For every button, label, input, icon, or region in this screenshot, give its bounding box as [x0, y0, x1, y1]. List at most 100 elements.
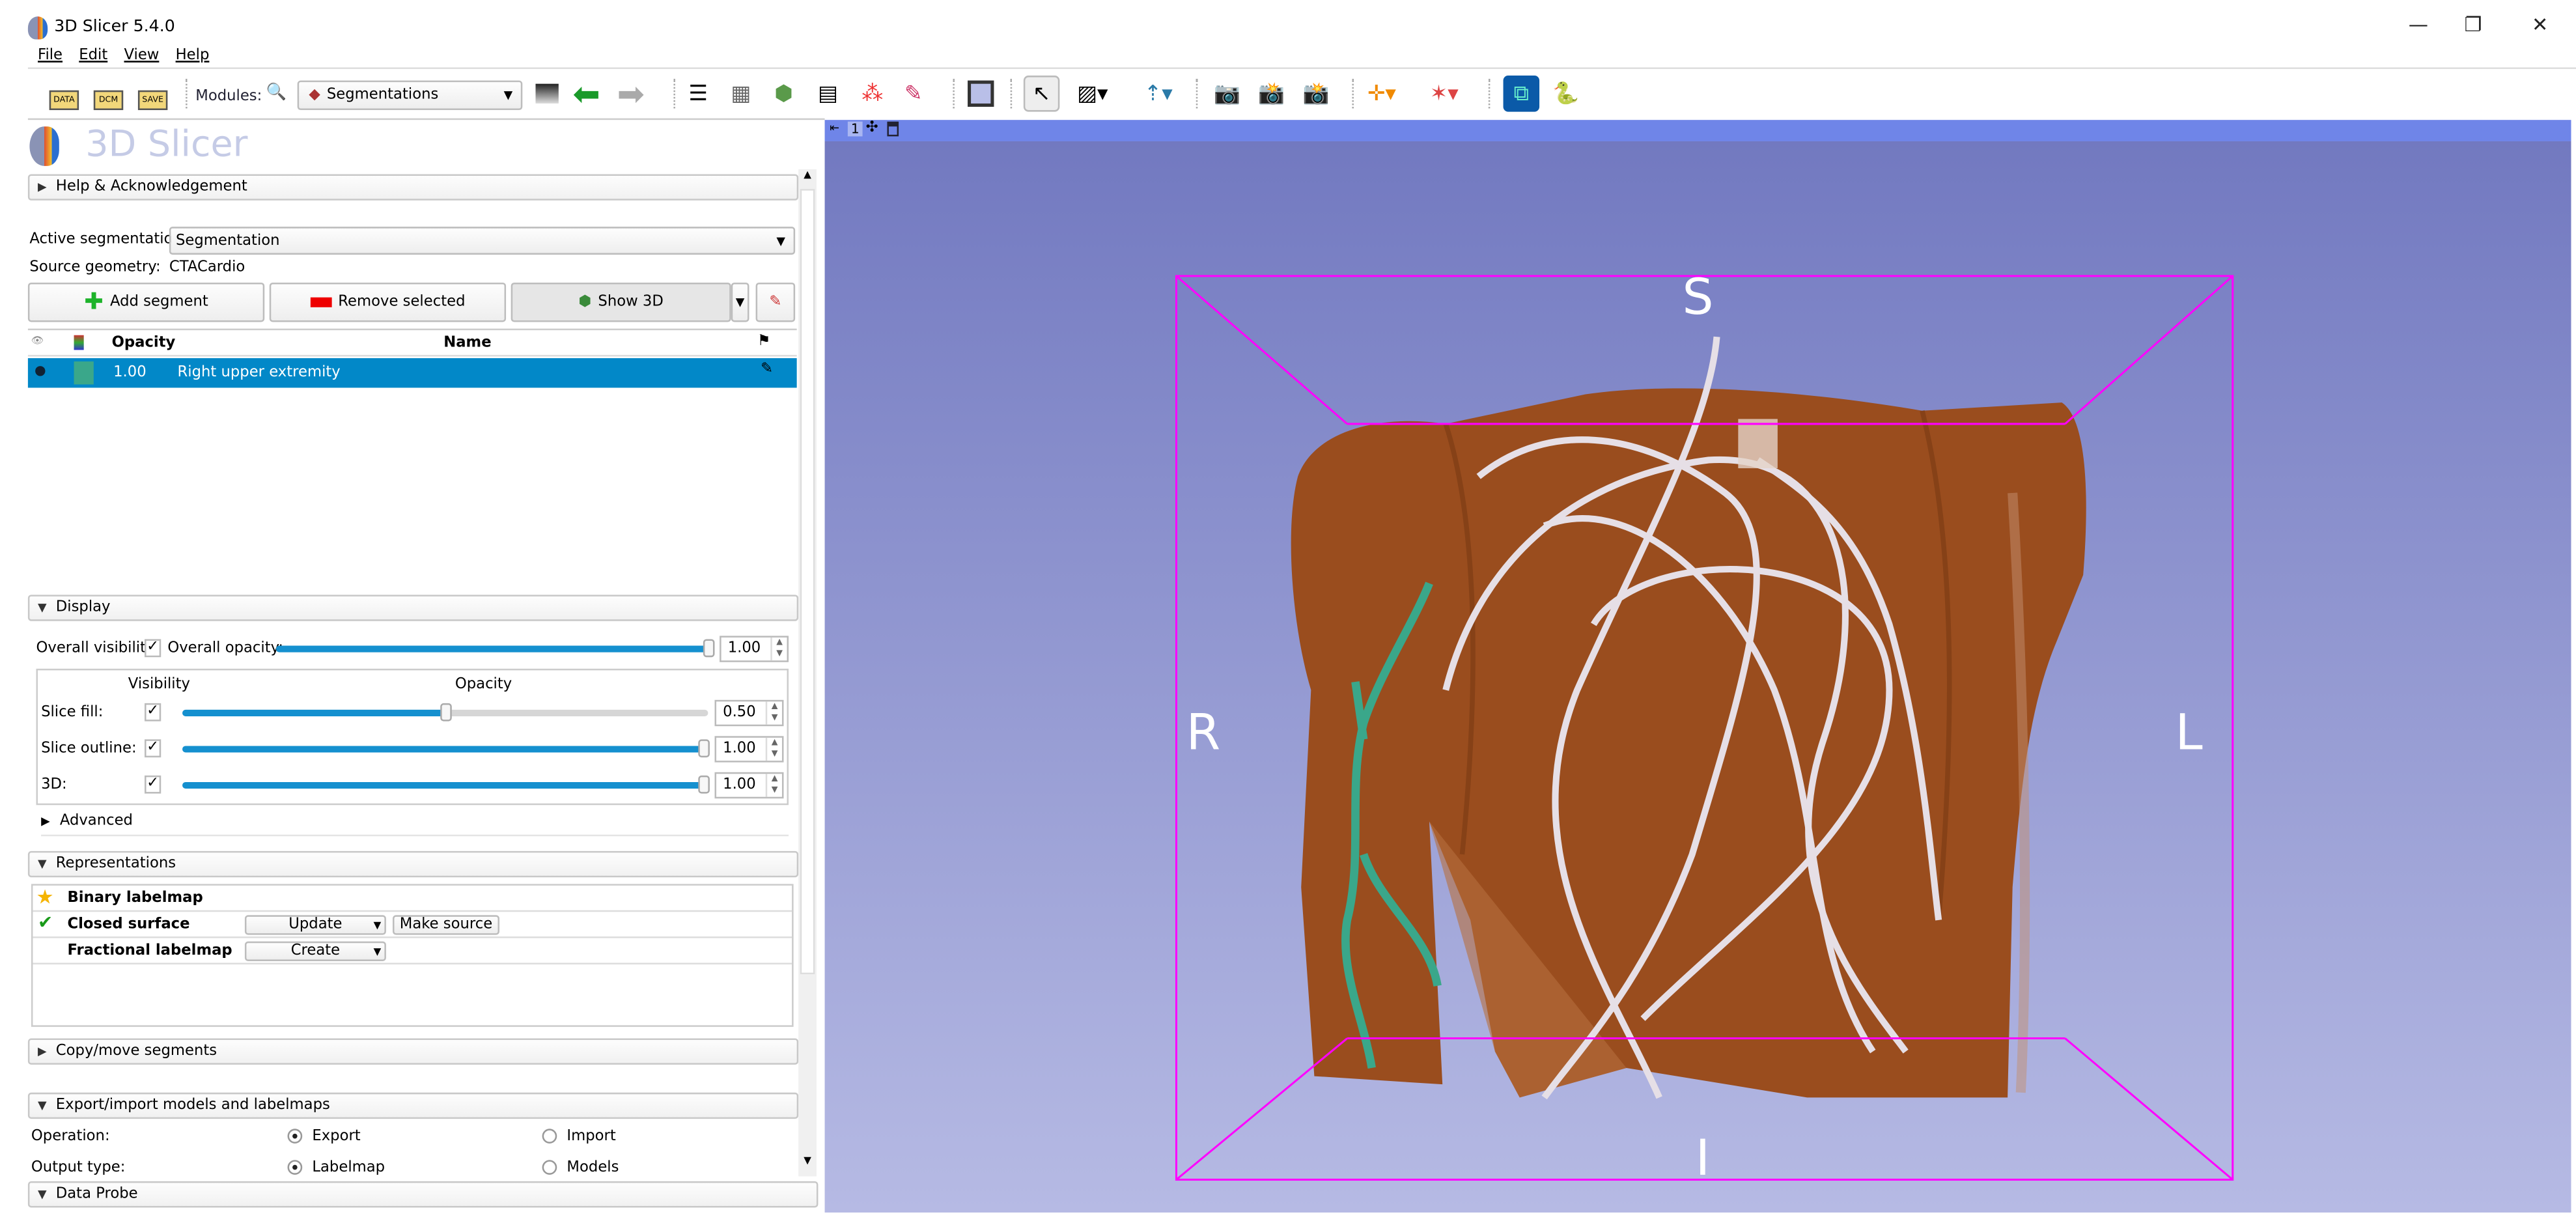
module-history-icon[interactable] — [529, 76, 565, 112]
screenshot-icon[interactable]: 📷 — [1209, 76, 1246, 112]
import-label: Import — [567, 1129, 615, 1145]
eye-icon[interactable]: ● — [35, 363, 46, 378]
overall-opacity-slider[interactable] — [276, 646, 713, 653]
extension-manager-icon[interactable]: ⧉ — [1504, 76, 1540, 112]
forward-arrow-icon[interactable]: ➡ — [613, 76, 649, 112]
orientation-label-right: R — [1186, 705, 1221, 762]
status-flag-icon[interactable]: ⚑ — [757, 333, 770, 350]
dicom-button[interactable]: DCM — [91, 76, 127, 112]
active-segmentation-selector[interactable]: Segmentation▼ — [169, 227, 795, 255]
visibility-header-icon[interactable]: 👁 — [31, 335, 44, 347]
segment-editor-icon[interactable]: ✎ — [895, 76, 932, 112]
section-display[interactable]: ▼Display — [28, 595, 798, 621]
maximize-view-icon[interactable] — [887, 122, 899, 137]
menu-view[interactable]: View — [124, 48, 159, 64]
orientation-label-left: L — [2175, 705, 2202, 762]
segment-color-swatch[interactable] — [74, 361, 94, 384]
display-row-visibility-checkbox[interactable]: ✓ — [145, 739, 161, 757]
module-search-icon[interactable]: 🔍 — [266, 84, 287, 102]
close-button[interactable]: ✕ — [2532, 13, 2548, 36]
volumes-icon[interactable]: ▦ — [723, 76, 759, 112]
panel-scrollbar[interactable]: ▲ ▼ — [798, 169, 817, 1177]
make-source-button[interactable]: Make source — [393, 915, 499, 934]
table-row[interactable]: ● 1.00 Right upper extremity ✎ — [28, 358, 797, 387]
import-radio[interactable] — [542, 1129, 557, 1144]
transforms-icon[interactable]: ▤ — [810, 76, 847, 112]
edit-pencil-icon[interactable]: ✎ — [761, 361, 773, 378]
update-button[interactable]: Update▼ — [245, 915, 386, 934]
labelmap-label: Labelmap — [312, 1160, 385, 1176]
view-controller-bar[interactable]: ⇤ 1 ✣ — [825, 120, 2571, 141]
scrollbar-thumb[interactable] — [800, 189, 815, 974]
labelmap-radio[interactable] — [288, 1160, 303, 1175]
menu-edit[interactable]: Edit — [79, 48, 107, 64]
smoothing-pencil-button[interactable]: ✎ — [756, 283, 796, 322]
section-display-title: Display — [56, 600, 111, 616]
advanced-toggle[interactable]: ▶Advanced — [41, 813, 789, 836]
3d-view[interactable]: S R L I — [825, 141, 2571, 1213]
create-button[interactable]: Create▼ — [245, 942, 386, 961]
data-icon: DATA — [49, 91, 79, 110]
remove-selected-button[interactable]: Remove selected — [270, 283, 506, 322]
segment-name[interactable]: Right upper extremity — [177, 365, 340, 381]
section-representations[interactable]: ▼Representations — [28, 851, 798, 877]
section-copy-move[interactable]: ▶Copy/move segments — [28, 1039, 798, 1065]
display-row-label: Slice outline: — [41, 741, 137, 757]
segment-opacity[interactable]: 1.00 — [113, 365, 147, 381]
display-row-visibility-checkbox[interactable]: ✓ — [145, 776, 161, 794]
menu-help[interactable]: Help — [176, 48, 210, 64]
slice-intersections-icon[interactable]: ✶▾ — [1426, 76, 1463, 112]
crosshair-icon[interactable]: ✛▾ — [1364, 76, 1400, 112]
display-row-opacity-slider[interactable] — [182, 746, 708, 752]
window-level-icon[interactable]: ▨▾ — [1074, 76, 1111, 112]
display-row-opacity-spinbox[interactable]: 1.00▲▼ — [715, 736, 784, 762]
display-row-opacity-spinbox[interactable]: 1.00▲▼ — [715, 772, 784, 798]
display-row-label: 3D: — [41, 777, 67, 793]
display-row-opacity-slider[interactable] — [182, 782, 708, 789]
star-icon: ★ — [36, 886, 54, 908]
display-row-label: Slice fill: — [41, 705, 103, 721]
overall-visibility-checkbox[interactable]: ✓ — [145, 639, 161, 657]
load-data-button[interactable]: DATA — [46, 76, 83, 112]
save-button[interactable]: SAVE — [135, 76, 171, 112]
segmentations-icon: ◆ — [309, 87, 320, 104]
display-row-opacity-slider[interactable] — [182, 710, 708, 716]
show-3d-dropdown[interactable]: ▼ — [731, 283, 749, 322]
export-radio[interactable] — [288, 1129, 303, 1144]
add-segment-label: Add segment — [110, 294, 208, 311]
scene-views-menu-icon[interactable]: 📸 — [1298, 76, 1334, 112]
layout-icon[interactable] — [962, 76, 999, 112]
minimize-button[interactable]: — — [2409, 13, 2428, 36]
overall-opacity-spinbox[interactable]: 1.00▲▼ — [720, 636, 789, 662]
pin-icon[interactable]: ⇤ — [830, 122, 839, 135]
show-3d-button[interactable]: ⬢Show 3D — [511, 283, 731, 322]
name-header[interactable]: Name — [443, 335, 491, 352]
section-export-import[interactable]: ▼Export/import models and labelmaps — [28, 1093, 798, 1119]
color-header-icon[interactable] — [74, 335, 84, 350]
section-help[interactable]: ▶Help & Acknowledgement — [28, 174, 798, 200]
orientation-label-superior: S — [1683, 270, 1714, 327]
back-arrow-icon[interactable]: ⬅ — [568, 76, 605, 112]
opacity-header[interactable]: Opacity — [112, 335, 176, 352]
source-geometry-label: Source geometry: — [29, 260, 160, 276]
remove-selected-label: Remove selected — [338, 294, 465, 311]
display-row-opacity-spinbox[interactable]: 0.50▲▼ — [715, 700, 784, 726]
markups-icon[interactable]: ⁂ — [854, 76, 891, 112]
section-help-title: Help & Acknowledgement — [56, 179, 247, 195]
section-data-probe[interactable]: ▼Data Probe — [28, 1181, 819, 1207]
show-3d-label: Show 3D — [598, 294, 663, 311]
data-module-icon[interactable]: ☰ — [680, 76, 717, 112]
python-console-icon[interactable]: 🐍 — [1548, 76, 1584, 112]
module-selector[interactable]: ◆Segmentations▼ — [298, 81, 523, 110]
models-radio[interactable] — [542, 1160, 557, 1175]
add-segment-button[interactable]: ✚Add segment — [28, 283, 264, 322]
center-view-icon[interactable]: ✣ — [866, 120, 878, 136]
models-icon[interactable]: ⬢ — [766, 76, 802, 112]
display-row-visibility-checkbox[interactable]: ✓ — [145, 703, 161, 722]
restore-button[interactable]: ❐ — [2465, 13, 2482, 36]
place-fiducial-icon[interactable]: ⇡▾ — [1140, 76, 1177, 112]
pointer-icon[interactable]: ↖ — [1024, 76, 1060, 112]
menu-file[interactable]: File — [38, 48, 63, 64]
section-data-probe-title: Data Probe — [56, 1186, 138, 1203]
scene-view-icon[interactable]: 📸 — [1253, 76, 1290, 112]
